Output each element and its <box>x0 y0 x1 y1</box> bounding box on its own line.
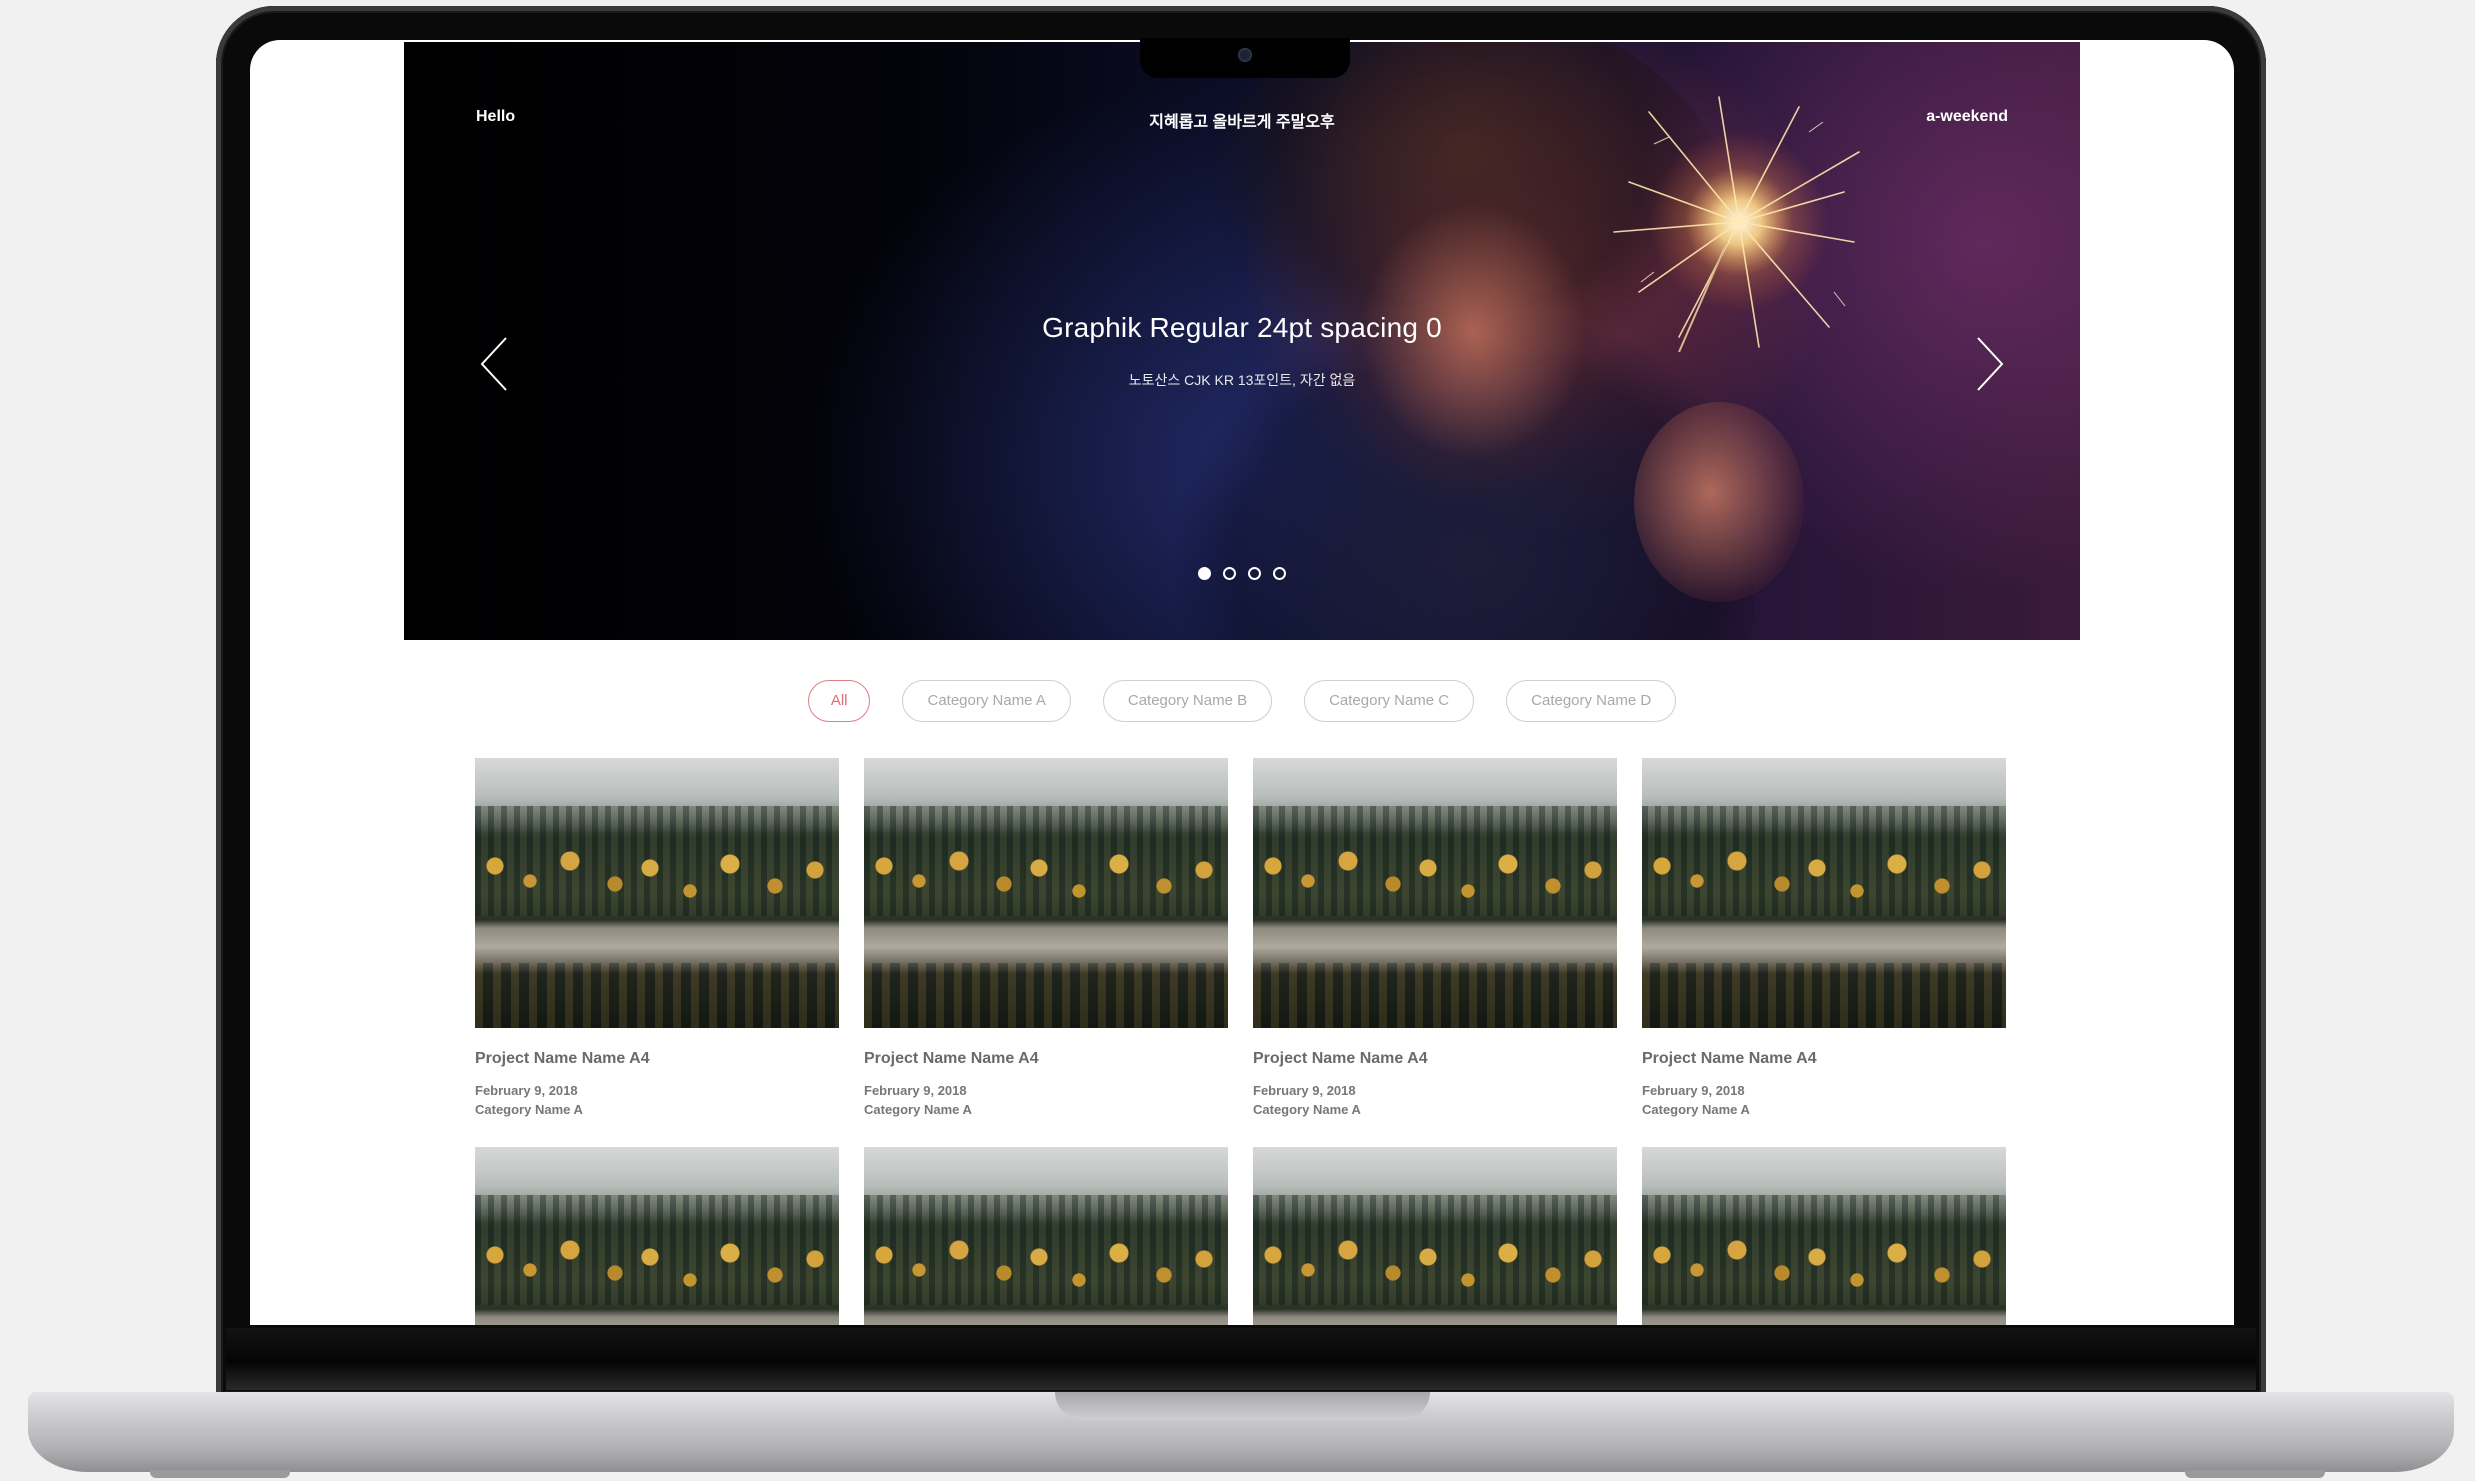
project-thumbnail[interactable] <box>1253 1147 1617 1325</box>
slider-dot-4[interactable] <box>1273 567 1286 580</box>
slider-dot-2[interactable] <box>1223 567 1236 580</box>
project-date: February 9, 2018 <box>475 1083 578 1098</box>
project-date: February 9, 2018 <box>864 1083 967 1098</box>
project-title[interactable]: Project Name Name A4 <box>1253 1050 1617 1068</box>
filter-category-a-button[interactable]: Category Name A <box>902 680 1071 722</box>
laptop-bottom-bezel <box>226 1328 2256 1390</box>
camera-icon <box>1238 48 1252 62</box>
filter-all-button[interactable]: All <box>807 680 871 722</box>
project-title[interactable]: Project Name Name A4 <box>864 1050 1228 1068</box>
laptop-foot-left <box>150 1470 290 1478</box>
site-nav-right[interactable]: a-weekend <box>1926 108 2008 126</box>
project-date: February 9, 2018 <box>1253 1083 1356 1098</box>
project-thumbnail[interactable] <box>864 1147 1228 1325</box>
project-title[interactable]: Project Name Name A4 <box>1642 1050 2006 1068</box>
project-thumbnail[interactable] <box>864 758 1228 1028</box>
project-title[interactable]: Project Name Name A4 <box>475 1050 839 1068</box>
project-card[interactable]: Project Name Name A4 February 9, 2018 Ca… <box>1642 758 2006 1117</box>
slider-dot-3[interactable] <box>1248 567 1261 580</box>
project-category: Category Name A <box>1642 1102 1750 1117</box>
project-thumbnail[interactable] <box>1253 758 1617 1028</box>
project-card[interactable]: Project Name Name A4 February 9, 2018 Ca… <box>475 758 839 1117</box>
site-nav-center[interactable]: 지혜롭고 올바르게 주말오후 <box>404 108 2080 132</box>
project-thumbnail[interactable] <box>475 1147 839 1325</box>
project-card[interactable] <box>475 1147 839 1325</box>
project-thumbnail[interactable] <box>1642 758 2006 1028</box>
project-card[interactable] <box>1642 1147 2006 1325</box>
laptop-foot-right <box>2185 1470 2325 1478</box>
project-card[interactable]: Project Name Name A4 February 9, 2018 Ca… <box>864 758 1228 1117</box>
project-card[interactable]: Project Name Name A4 February 9, 2018 Ca… <box>1253 758 1617 1117</box>
slider-dot-1[interactable] <box>1198 567 1211 580</box>
project-thumbnail[interactable] <box>1642 1147 2006 1325</box>
laptop-hinge-notch <box>1055 1392 1430 1420</box>
project-category: Category Name A <box>1253 1102 1361 1117</box>
hero-title: Graphik Regular 24pt spacing 0 <box>1042 312 1442 343</box>
project-category: Category Name A <box>475 1102 583 1117</box>
filter-category-c-button[interactable]: Category Name C <box>1304 680 1475 722</box>
hero-subtitle: 노토산스 CJK KR 13포인트, 자간 없음 <box>1128 372 1356 388</box>
filter-category-d-button[interactable]: Category Name D <box>1506 680 1677 722</box>
category-filter-bar: All Category Name A Category Name B Cate… <box>250 680 2234 722</box>
camera-notch <box>1140 38 1350 78</box>
project-date: February 9, 2018 <box>1642 1083 1745 1098</box>
hero-slider: Hello 지혜롭고 올바르게 주말오후 a-weekend Graphik R… <box>404 42 2080 640</box>
project-thumbnail[interactable] <box>475 758 839 1028</box>
laptop-screen: Hello 지혜롭고 올바르게 주말오후 a-weekend Graphik R… <box>250 40 2234 1325</box>
slider-pagination <box>404 567 2080 580</box>
filter-category-b-button[interactable]: Category Name B <box>1102 680 1273 722</box>
project-card[interactable] <box>864 1147 1228 1325</box>
project-category: Category Name A <box>864 1102 972 1117</box>
project-card[interactable] <box>1253 1147 1617 1325</box>
